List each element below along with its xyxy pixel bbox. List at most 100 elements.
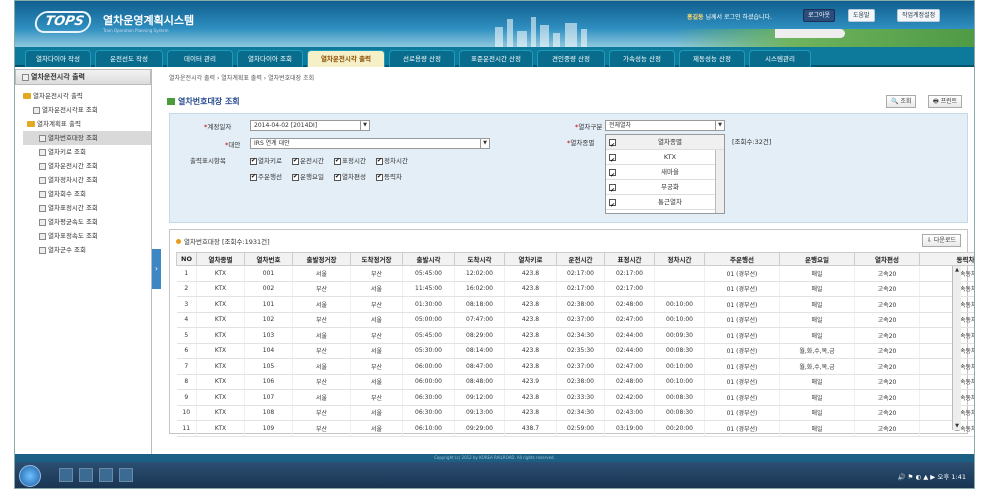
table-row[interactable]: 1 KTX 001 서울 부산 05:45:00 12:02:00 423.8 02:17:00…	[176, 265, 974, 282]
system-tray: 🔊 ⚑ ◐ ▲ ▶ 오후 1:41	[897, 471, 966, 481]
column-header[interactable]: 표정시간	[604, 252, 655, 266]
table-row[interactable]: 5 KTX 103 서울 부산 05:45:00 08:29:00 423.8 02:34:30…	[176, 327, 974, 344]
column-header[interactable]: 열차번호	[244, 252, 293, 266]
column-header[interactable]: 열차종별	[196, 252, 245, 266]
column-header[interactable]: 도착정거장	[350, 252, 403, 266]
plan-select[interactable]: IRS 연계 대안 ▼	[250, 138, 490, 149]
date-select[interactable]: 2014-04-02 [2014DI] ▼	[250, 120, 370, 131]
train-kind-item[interactable]: KTX	[606, 150, 724, 168]
column-header[interactable]: 열차키로	[504, 252, 557, 266]
search-button[interactable]: 🔍 조회	[886, 95, 917, 108]
sidebar-item-run-time[interactable]: 열차운전시간 조회	[23, 159, 151, 173]
tab-diagram-create[interactable]: 열차다이아 작성	[25, 50, 91, 67]
table-cell: 고속20	[854, 312, 920, 328]
sidebar-item-unit-count[interactable]: 열차군수 조회	[23, 243, 151, 257]
sidebar-item-schedule-speed[interactable]: 열차표정속도 조회	[23, 229, 151, 243]
table-row[interactable]: 7 KTX 105 서울 부산 06:00:00 08:47:00 423.8 02:37:00…	[176, 358, 974, 375]
sidebar-item-train-number[interactable]: 열차번호대장 조회	[23, 131, 151, 145]
table-cell: 06:10:00	[402, 420, 455, 437]
sidebar-item-train-count[interactable]: 열차회수 조회	[23, 187, 151, 201]
column-header[interactable]: 도착시각	[454, 252, 505, 266]
train-kind-item[interactable]: 통근열차	[606, 195, 724, 213]
table-body: 1 KTX 001 서울 부산 05:45:00 12:02:00 423.8 02:17:00…	[176, 265, 974, 437]
column-header[interactable]: 열차편성	[854, 252, 920, 266]
sidebar-item-train-km[interactable]: 열차키로 조회	[23, 145, 151, 159]
tab-traction-weight[interactable]: 견인중량 산정	[537, 50, 605, 67]
table-cell: 00:20:00	[654, 420, 705, 437]
column-header[interactable]: 정차시간	[654, 252, 705, 266]
table-cell: 서울	[350, 374, 403, 390]
tab-line-capacity[interactable]: 선로용량 산정	[389, 50, 455, 67]
table-row[interactable]: 8 KTX 106 부산 서울 06:00:00 08:48:00 423.9 02:38:00…	[176, 374, 974, 390]
column-header[interactable]: 운행요일	[779, 252, 855, 266]
column-header[interactable]: 운전시간	[556, 252, 605, 266]
table-row[interactable]: 4 KTX 102 부산 서울 05:00:00 07:47:00 423.8 02:37:00…	[176, 312, 974, 328]
skyline-graphic	[485, 9, 685, 47]
tab-standard-run-time[interactable]: 표준운전시간 산정	[459, 50, 533, 67]
table-cell: 서울	[350, 281, 403, 297]
help-button[interactable]: 도움말	[848, 9, 875, 22]
option-formation[interactable]: 열차편성	[334, 173, 370, 181]
table-cell: 07:47:00	[454, 312, 505, 328]
sidebar-item-stop-time[interactable]: 열차정차시간 조회	[23, 173, 151, 187]
sidebar-item-plan-output[interactable]: 열차계획표 출력	[23, 117, 151, 131]
train-graphic	[775, 29, 845, 38]
table-cell: 10	[176, 405, 197, 421]
option-power-car[interactable]: 등력차	[376, 173, 406, 181]
train-kind-item[interactable]: 새마을	[606, 165, 724, 183]
tab-run-curve[interactable]: 운전선도 작성	[95, 50, 163, 67]
sidebar-item-schedule-time[interactable]: 열차표정시간 조회	[23, 201, 151, 215]
sidebar-item-train-time-output[interactable]: 열차운전시각 출력	[23, 89, 151, 103]
table-cell: 09:29:00	[454, 420, 505, 437]
table-row[interactable]: 6 KTX 104 부산 서울 05:30:00 08:14:00 423.8 02:35:30…	[176, 343, 974, 359]
sidebar-item-avg-speed[interactable]: 열차평균속도 조회	[23, 215, 151, 229]
column-header[interactable]: 출발정거장	[292, 252, 351, 266]
scroll-down-icon[interactable]: ▼	[954, 423, 960, 429]
train-kind-list[interactable]: 열차종별 KTX 새마을 무궁화 통근열차	[605, 134, 725, 214]
train-kind-scrollbar[interactable]	[715, 150, 724, 213]
option-train-km[interactable]: 열차키로	[250, 157, 286, 165]
taskbar-app-icon[interactable]	[119, 468, 133, 482]
scroll-up-icon[interactable]: ▲	[954, 267, 960, 273]
table-row[interactable]: 11 KTX 109 부산 서울 06:10:00 09:29:00 438.7 02:59:0…	[176, 420, 974, 437]
table-row[interactable]: 10 KTX 108 부산 서울 06:30:00 09:13:00 423.8 02:34:3…	[176, 405, 974, 421]
table-row[interactable]: 9 KTX 107 서울 부산 06:30:00 09:12:00 423.8 02:33:30…	[176, 389, 974, 406]
download-button[interactable]: ⇩ 다운로드	[921, 234, 961, 247]
table-row[interactable]: 2 KTX 002 부산 서울 11:45:00 16:02:00 423.8 02:17:00…	[176, 281, 974, 297]
chevron-down-icon: ▼	[360, 121, 369, 130]
taskbar-app-icon[interactable]	[79, 468, 93, 482]
tab-train-time-output[interactable]: 열차운전시각 출력	[307, 50, 385, 67]
taskbar-app-icon[interactable]	[59, 468, 73, 482]
tab-acceleration[interactable]: 가속성능 산정	[609, 50, 675, 67]
option-main-line[interactable]: 주운행선	[250, 173, 286, 181]
train-kind-header[interactable]: 열차종별	[606, 135, 724, 153]
sidebar-collapse-button[interactable]: ›	[152, 249, 161, 289]
option-stop-time[interactable]: 정차시간	[376, 157, 412, 165]
sidebar-item-time-table[interactable]: 열차운전시각표 조회	[23, 103, 151, 117]
tab-diagram-view[interactable]: 열차다이아 조회	[237, 50, 303, 67]
account-settings-button[interactable]: 작업계정설정	[897, 9, 941, 22]
tray-icons[interactable]: 🔊 ⚑ ◐ ▲ ▶	[897, 473, 935, 481]
table-row[interactable]: 3 KTX 101 서울 부산 01:30:00 08:18:00 423.8 02:38:00…	[176, 296, 974, 313]
taskbar-app-icon[interactable]	[99, 468, 113, 482]
option-schedule-time[interactable]: 표정시간	[334, 157, 370, 165]
train-type-select[interactable]: 전체열차 ▼	[605, 120, 725, 131]
column-header[interactable]: 동력차	[919, 252, 974, 266]
column-header[interactable]: 주운행선	[704, 252, 780, 266]
logout-button[interactable]: 로그아웃	[803, 9, 836, 22]
grid-scrollbar[interactable]: ▲ ▼	[952, 266, 961, 430]
start-button[interactable]	[19, 465, 41, 487]
column-header[interactable]: 출발시각	[402, 252, 455, 266]
print-button[interactable]: 🖶 프린트	[928, 95, 963, 108]
table-cell: 12:02:00	[454, 265, 505, 282]
tab-system-admin[interactable]: 시스템관리	[749, 50, 811, 67]
column-header[interactable]: NO	[176, 252, 197, 266]
table-cell: 고속동차	[919, 296, 974, 313]
train-kind-item[interactable]: 무궁화	[606, 180, 724, 198]
option-run-time[interactable]: 운전시간	[292, 157, 328, 165]
table-cell: 05:00:00	[402, 312, 455, 328]
table-cell: 01 (경부선)	[704, 296, 780, 313]
option-run-days[interactable]: 운행요일	[292, 173, 328, 181]
tab-braking[interactable]: 제동성능 산정	[679, 50, 745, 67]
tab-data-management[interactable]: 데이터 관리	[167, 50, 233, 67]
